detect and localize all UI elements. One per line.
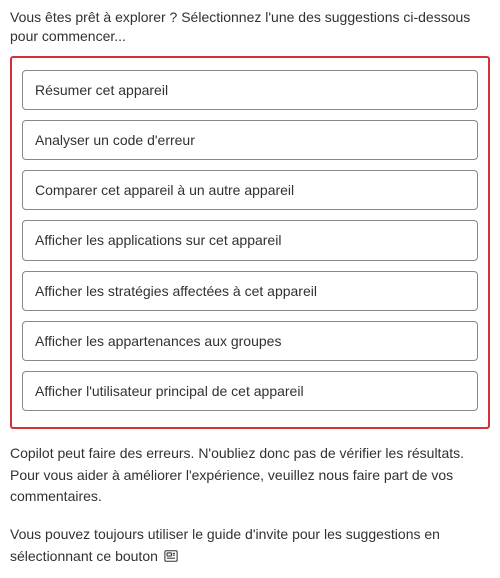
intro-text: Vous êtes prêt à explorer ? Sélectionnez…	[10, 8, 490, 46]
suggestion-summarize-device[interactable]: Résumer cet appareil	[22, 70, 478, 110]
prompt-guide-hint: Vous pouvez toujours utiliser le guide d…	[10, 524, 490, 567]
disclaimer-text: Copilot peut faire des erreurs. N'oublie…	[10, 443, 490, 508]
suggestion-show-policies[interactable]: Afficher les stratégies affectées à cet …	[22, 271, 478, 311]
suggestion-show-apps[interactable]: Afficher les applications sur cet appare…	[22, 220, 478, 260]
suggestion-compare-device[interactable]: Comparer cet appareil à un autre apparei…	[22, 170, 478, 210]
prompt-guide-hint-text: Vous pouvez toujours utiliser le guide d…	[10, 526, 440, 564]
suggestions-panel: Résumer cet appareil Analyser un code d'…	[10, 56, 490, 429]
suggestion-show-primary-user[interactable]: Afficher l'utilisateur principal de cet …	[22, 371, 478, 411]
suggestion-show-group-memberships[interactable]: Afficher les appartenances aux groupes	[22, 321, 478, 361]
suggestion-analyze-error-code[interactable]: Analyser un code d'erreur	[22, 120, 478, 160]
